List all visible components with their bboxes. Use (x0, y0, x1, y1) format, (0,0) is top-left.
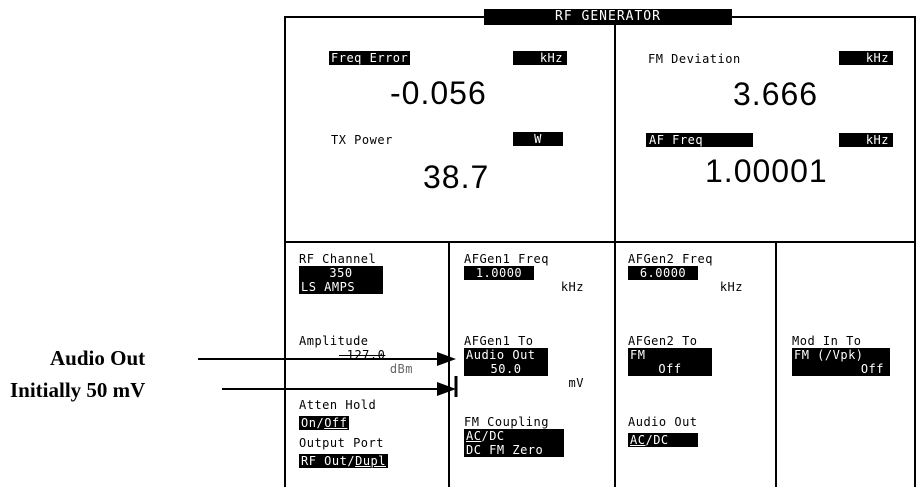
afgen1-freq-field[interactable]: AFGen1 Freq 1.0000 kHz (464, 252, 584, 294)
frame-right (914, 16, 916, 487)
atten-hold-field[interactable]: Atten Hold On/Off (299, 398, 419, 431)
fm-coupling-field[interactable]: FM Coupling AC/DC DC FM Zero (464, 415, 584, 457)
afgen1-to-unit: mV (568, 376, 584, 390)
fm-coupling-zero: DC FM Zero (466, 443, 544, 457)
af-freq-value: 1.00001 (705, 153, 828, 189)
mod-in-to-value: Off (860, 362, 884, 376)
amplitude-label: Amplitude (299, 334, 369, 348)
mod-in-to-label: Mod In To (792, 334, 862, 348)
amplitude-field[interactable]: Amplitude -127.0 dBm (299, 334, 413, 376)
afgen1-to-dest: Audio Out (466, 348, 536, 362)
frame-top-left (284, 16, 484, 18)
audio-out-label: Audio Out (628, 415, 698, 429)
tx-power-label[interactable]: TX Power (331, 133, 393, 147)
rf-channel-field[interactable]: RF Channel 350 LS AMPS (299, 252, 383, 294)
rf-channel-value-box[interactable]: 350 LS AMPS (299, 266, 383, 294)
amplitude-value: -127.0 (339, 348, 386, 362)
output-port-label: Output Port (299, 436, 384, 450)
fm-deviation-value: 3.666 (733, 76, 819, 112)
audio-out-dc: DC (653, 433, 669, 447)
afgen2-to-label: AFGen2 To (628, 334, 698, 348)
audio-out-field[interactable]: Audio Out AC/DC (628, 415, 743, 448)
fm-deviation-unit[interactable]: kHz (839, 51, 893, 65)
fm-coupling-label: FM Coupling (464, 415, 549, 429)
fm-coupling-box[interactable]: AC/DC DC FM Zero (464, 429, 564, 457)
output-port-field[interactable]: Output Port RF Out/Dupl (299, 436, 429, 469)
callout-initial: Initially 50 mV (10, 378, 146, 402)
atten-hold-off: Off (324, 416, 348, 430)
frame-vertical-col3 (775, 243, 777, 487)
output-port-sep: / (347, 454, 356, 468)
afgen2-to-dest: FM (630, 348, 646, 362)
afgen2-freq-unit: kHz (719, 280, 743, 294)
afgen1-to-box[interactable]: Audio Out 50.0 (464, 348, 548, 376)
frame-left (284, 16, 286, 487)
screen-title: RF GENERATOR (484, 9, 732, 25)
output-port-b: Dupl (355, 454, 386, 468)
amplitude-unit: dBm (389, 362, 413, 376)
output-port-a: RF Out (301, 454, 348, 468)
atten-hold-label: Atten Hold (299, 398, 377, 412)
af-freq-unit[interactable]: kHz (839, 133, 893, 147)
frame-middle-divider (284, 241, 916, 243)
atten-hold-on: On (301, 416, 317, 430)
callout-arrows (198, 352, 458, 397)
frame-vertical-center (614, 18, 616, 487)
afgen1-freq-unit: kHz (560, 280, 584, 294)
fm-deviation-label[interactable]: FM Deviation (648, 52, 741, 66)
afgen1-to-label: AFGen1 To (464, 334, 534, 348)
mod-in-to-field[interactable]: Mod In To FM (/Vpk) Off (792, 334, 902, 376)
afgen2-to-value: Off (658, 362, 682, 376)
afgen2-freq-value[interactable]: 6.0000 (628, 266, 698, 280)
freq-error-label[interactable]: Freq Error (329, 51, 411, 65)
af-freq-label[interactable]: AF Freq (646, 133, 753, 147)
mod-in-to-dest: FM (/Vpk) (794, 348, 864, 362)
audio-out-ac: AC (630, 433, 646, 447)
afgen1-freq-label: AFGen1 Freq (464, 252, 549, 266)
afgen1-to-value: 50.0 (490, 362, 522, 376)
afgen2-freq-field[interactable]: AFGen2 Freq 6.0000 kHz (628, 252, 743, 294)
audio-out-box[interactable]: AC/DC (628, 433, 698, 447)
atten-hold-value-box[interactable]: On/Off (299, 416, 350, 430)
tx-power-unit[interactable]: W (513, 132, 563, 146)
frame-top-right (732, 16, 916, 18)
afgen1-to-field[interactable]: AFGen1 To Audio Out 50.0 mV (464, 334, 584, 390)
fm-coupling-dc: DC (489, 429, 505, 443)
freq-error-value: -0.056 (390, 75, 487, 111)
callout-audio-out: Audio Out (50, 346, 146, 370)
afgen1-freq-value[interactable]: 1.0000 (464, 266, 534, 280)
afgen2-to-box[interactable]: FM Off (628, 348, 712, 376)
rf-channel-value: 350 (329, 266, 353, 280)
afgen2-to-field[interactable]: AFGen2 To FM Off (628, 334, 743, 376)
mod-in-to-box[interactable]: FM (/Vpk) Off (792, 348, 890, 376)
freq-error-unit[interactable]: kHz (513, 51, 567, 65)
rf-channel-label: RF Channel (299, 252, 377, 266)
fm-coupling-ac: AC (466, 429, 482, 443)
tx-power-value: 38.7 (423, 159, 490, 195)
output-port-value-box[interactable]: RF Out/Dupl (299, 454, 388, 468)
rf-channel-sub: LS AMPS (301, 280, 356, 294)
callout-arrow-initial (222, 376, 458, 397)
frame-vertical-col1 (448, 243, 450, 487)
afgen2-freq-label: AFGen2 Freq (628, 252, 713, 266)
